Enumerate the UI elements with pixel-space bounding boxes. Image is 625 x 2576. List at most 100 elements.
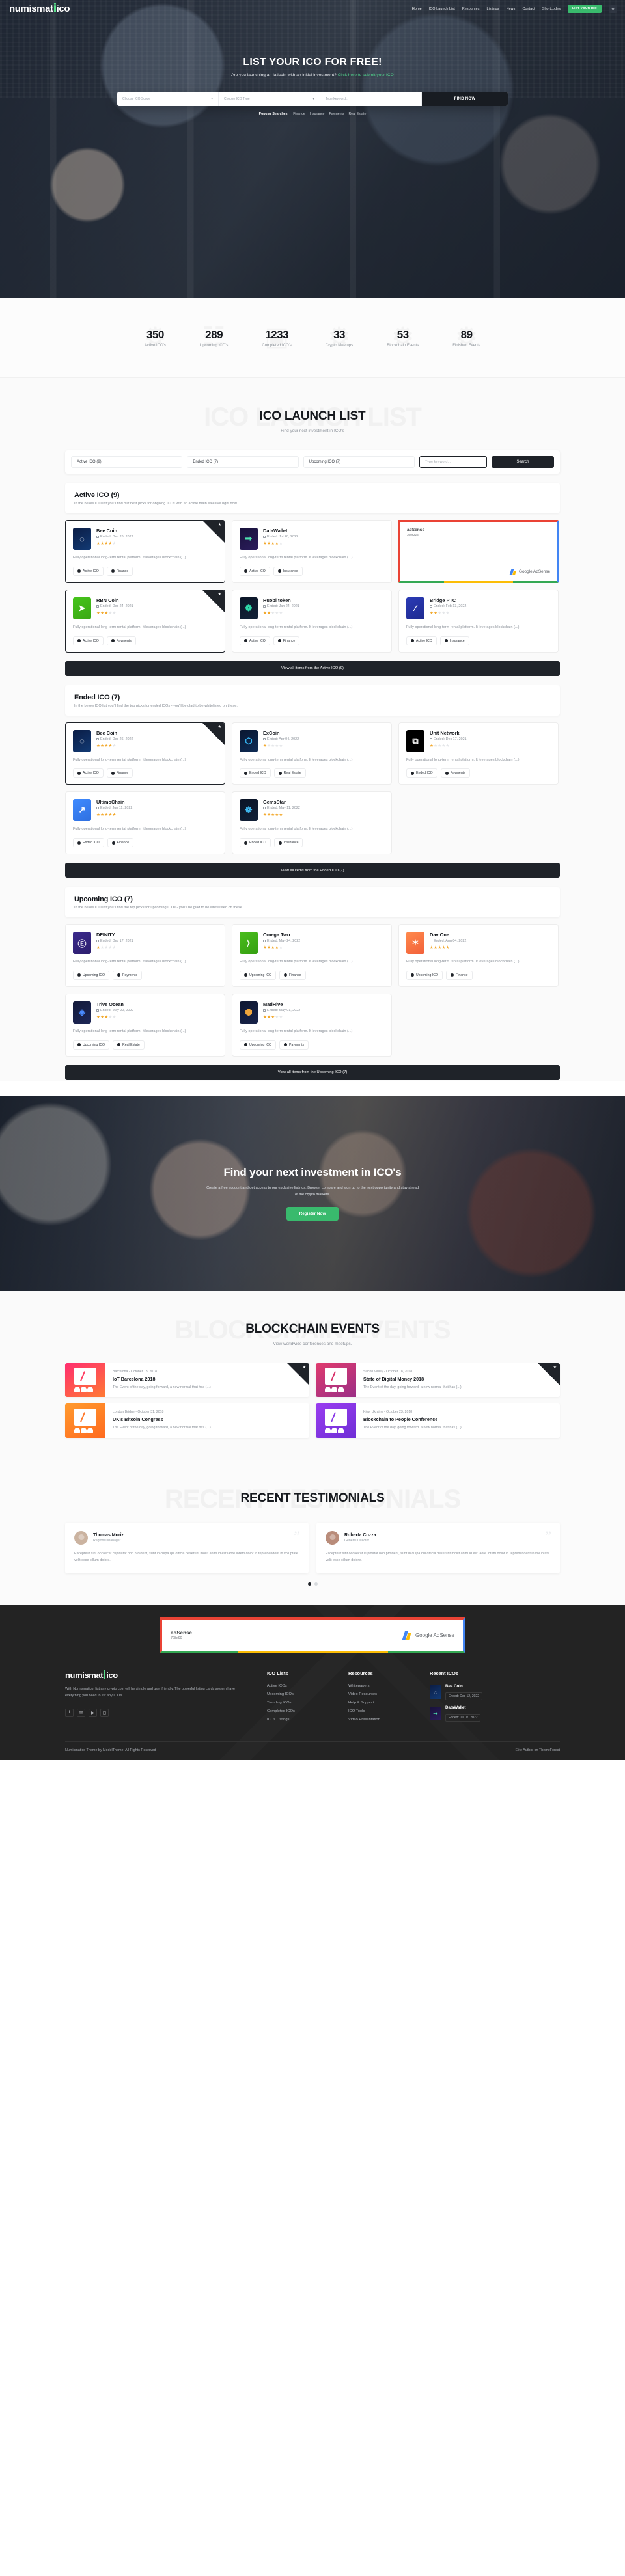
ico-status-tag[interactable]: Ended ICO <box>240 838 271 848</box>
ico-category-tag[interactable]: Payments <box>106 636 136 645</box>
ico-card[interactable]: Ⓔ DFINITY Ended: Dec 17, 2021 ★★★★★ Full… <box>65 924 225 987</box>
ico-category-tag[interactable]: Insurance <box>439 636 469 645</box>
footer-adsense-placeholder[interactable]: adSense 728x90 Google AdSense <box>160 1617 465 1654</box>
footer-link-upcoming-icos[interactable]: Upcoming ICOs <box>267 1692 348 1696</box>
ico-status-tag[interactable]: Ended ICO <box>73 838 104 848</box>
ico-card[interactable]: ◈ Trive Ocean Ended: May 20, 2022 ★★★★★ … <box>65 993 225 1057</box>
footer-link-whitepapers[interactable]: Whitepapers <box>348 1684 430 1688</box>
footer-link-icos-listings[interactable]: ICOs Listings <box>267 1718 348 1722</box>
ico-status-tag[interactable]: Active ICO <box>240 566 270 576</box>
ico-card[interactable]: ⧽ Omega Two Ended: May 24, 2022 ★★★★★ Fu… <box>232 924 392 987</box>
twitter-icon[interactable]: ✉ <box>77 1708 85 1717</box>
ico-status-tag[interactable]: Active ICO <box>406 636 437 645</box>
ico-card[interactable]: ❁ Huobi token Ended: Jan 24, 2021 ★★★★★ … <box>232 589 392 653</box>
recent-ico-item[interactable]: ➟ DataWallet Ended: Jul 07, 2022 <box>430 1705 511 1722</box>
footer-link-trending-icos[interactable]: Trending ICOs <box>267 1701 348 1705</box>
hero-keyword-input[interactable]: Type keyword... <box>320 92 422 106</box>
ico-category-tag[interactable]: Payments <box>279 1040 309 1050</box>
globe-icon[interactable]: ◈ <box>609 5 617 13</box>
ico-card[interactable]: ★ ◌ Bee Coin Ended: Dec 26, 2022 ★★★★★ F… <box>65 722 225 785</box>
popular-search-insurance[interactable]: Insurance <box>310 112 325 116</box>
ico-card[interactable]: ✶ Dav One Ended: Aug 04, 2022 ★★★★★ Full… <box>398 924 559 987</box>
event-card[interactable]: London Bridge - October 31, 2018 UK's Bi… <box>65 1403 309 1439</box>
popular-search-payments[interactable]: Payments <box>329 112 344 116</box>
popular-search-real-estate[interactable]: Real Estate <box>349 112 367 116</box>
footer-logo[interactable]: numismat ico <box>65 1670 267 1680</box>
instagram-icon[interactable]: ▢ <box>100 1708 109 1717</box>
list-your-ico-button[interactable]: LIST YOUR ICO <box>568 5 602 13</box>
recent-ico-item[interactable]: ◌ Bee Coin Ended: Dec 12, 2022 <box>430 1684 511 1701</box>
adsense-placeholder[interactable]: adSense 360x223 Google AdSense <box>398 520 559 583</box>
facebook-icon[interactable]: f <box>65 1708 74 1717</box>
view-all-active-ico-button[interactable]: View all items from the Active ICO (9) <box>65 660 560 676</box>
event-card[interactable]: ★ Barcelona - October 18, 2018 IoT Barce… <box>65 1363 309 1398</box>
footer-link-video-resources[interactable]: Video Resources <box>348 1692 430 1696</box>
find-now-button[interactable]: FIND NOW <box>422 92 508 106</box>
ico-card[interactable]: ★ ◌ Bee Coin Ended: Dec 26, 2022 ★★★★★ F… <box>65 520 225 583</box>
ico-category-tag[interactable]: Real Estate <box>273 768 306 778</box>
footer-link-ico-tools[interactable]: ICO Tools <box>348 1709 430 1713</box>
ico-status-tag[interactable]: Upcoming ICO <box>406 970 443 980</box>
ico-card[interactable]: ★ ➤ RBN Coin Ended: Dec 24, 2021 ★★★★★ F… <box>65 589 225 653</box>
search-input[interactable]: Type keyword... <box>419 456 487 468</box>
ico-card[interactable]: ⧉ Unit Network Ended: Dec 17, 2021 ★★★★★… <box>398 722 559 785</box>
ico-category-tag[interactable]: Payments <box>113 970 143 980</box>
ico-status-tag[interactable]: Active ICO <box>73 566 104 576</box>
ico-status-tag[interactable]: Active ICO <box>73 768 104 778</box>
footer-link-video-presentation[interactable]: Video Presentation <box>348 1718 430 1722</box>
filter-tab-active-ico[interactable]: Active ICO (9) <box>71 456 183 468</box>
ico-card[interactable]: ☸ GemsStar Ended: May 11, 2022 ★★★★★ Ful… <box>232 791 392 855</box>
register-now-button[interactable]: Register Now <box>286 1206 339 1221</box>
ico-category-tag[interactable]: Finance <box>106 768 133 778</box>
author-credit[interactable]: Elite Author on ThemeForest <box>515 1748 560 1752</box>
view-all-ended-ico-button[interactable]: View all items from the Ended ICO (7) <box>65 863 560 878</box>
ico-status-tag[interactable]: Active ICO <box>73 636 104 645</box>
popular-search-finance[interactable]: Finance <box>293 112 305 116</box>
nav-item-news[interactable]: News <box>507 7 516 11</box>
filter-tab-upcoming-ico[interactable]: Upcoming ICO (7) <box>303 456 415 468</box>
nav-item-home[interactable]: Home <box>412 7 422 11</box>
ico-card[interactable]: ⬡ ExCoin Ended: Apr 04, 2022 ★★★★★ Fully… <box>232 722 392 785</box>
submit-ico-link[interactable]: Click here to submit your ICO <box>338 73 394 77</box>
ico-card[interactable]: ↗ UltimoChain Ended: Jun 11, 2022 ★★★★★ … <box>65 791 225 855</box>
ico-status-tag[interactable]: Ended ICO <box>240 768 271 778</box>
nav-item-contact[interactable]: Contact <box>522 7 535 11</box>
footer-link-help-support[interactable]: Help & Support <box>348 1701 430 1705</box>
ico-status-tag[interactable]: Upcoming ICO <box>73 970 110 980</box>
ico-scope-select[interactable]: Choose ICO Scope ▾ <box>117 92 219 106</box>
ico-category-tag[interactable]: Finance <box>273 636 300 645</box>
ico-category-tag[interactable]: Insurance <box>273 838 303 848</box>
view-all-upcoming-ico-button[interactable]: View all items from the Upcoming ICO (7) <box>65 1064 560 1080</box>
ico-card[interactable]: ∕ Bridge PTC Ended: Feb 13, 2022 ★★★★★ F… <box>398 589 559 653</box>
ico-card[interactable]: ⬢ MadHive Ended: May 01, 2022 ★★★★★ Full… <box>232 993 392 1057</box>
chart-icon <box>451 973 454 977</box>
ico-card[interactable]: ➟ DataWallet Ended: Jul 28, 2022 ★★★★★ F… <box>232 520 392 583</box>
ico-category-tag[interactable]: Finance <box>107 838 134 848</box>
ico-status-tag[interactable]: Upcoming ICO <box>240 1040 277 1050</box>
ico-category-tag[interactable]: Payments <box>440 768 470 778</box>
ico-status-tag[interactable]: Active ICO <box>240 636 270 645</box>
ico-category-tag[interactable]: Finance <box>446 970 473 980</box>
footer-link-completed-icos[interactable]: Completed ICOs <box>267 1709 348 1713</box>
nav-item-ico-launch-list[interactable]: ICO Launch List <box>429 7 455 11</box>
footer-link-active-icos[interactable]: Active ICOs <box>267 1684 348 1688</box>
search-button[interactable]: Search <box>491 456 554 468</box>
ico-category-tag[interactable]: Real Estate <box>113 1040 145 1050</box>
ico-status-tag[interactable]: Ended ICO <box>406 768 438 778</box>
filter-tab-ended-ico[interactable]: Ended ICO (7) <box>187 456 299 468</box>
event-card[interactable]: Kiev, Ukraine - October 23, 2018 Blockch… <box>316 1403 560 1439</box>
carousel-dot-active[interactable] <box>307 1582 311 1586</box>
nav-item-resources[interactable]: Resources <box>462 7 480 11</box>
carousel-dot[interactable] <box>314 1582 318 1586</box>
event-card[interactable]: ★ Silicon Valley - October 18, 2018 Stat… <box>316 1363 560 1398</box>
ico-category-tag[interactable]: Insurance <box>273 566 303 576</box>
youtube-icon[interactable]: ▶ <box>89 1708 97 1717</box>
ico-category-tag[interactable]: Finance <box>106 566 133 576</box>
ico-type-select[interactable]: Choose ICO Type ▾ <box>219 92 320 106</box>
ico-category-tag[interactable]: Finance <box>279 970 306 980</box>
ico-status-tag[interactable]: Upcoming ICO <box>240 970 277 980</box>
nav-item-shortcodes[interactable]: Shortcodes <box>542 7 561 11</box>
nav-item-listings[interactable]: Listings <box>487 7 499 11</box>
site-logo[interactable]: numismat ico <box>9 3 70 14</box>
ico-status-tag[interactable]: Upcoming ICO <box>73 1040 110 1050</box>
